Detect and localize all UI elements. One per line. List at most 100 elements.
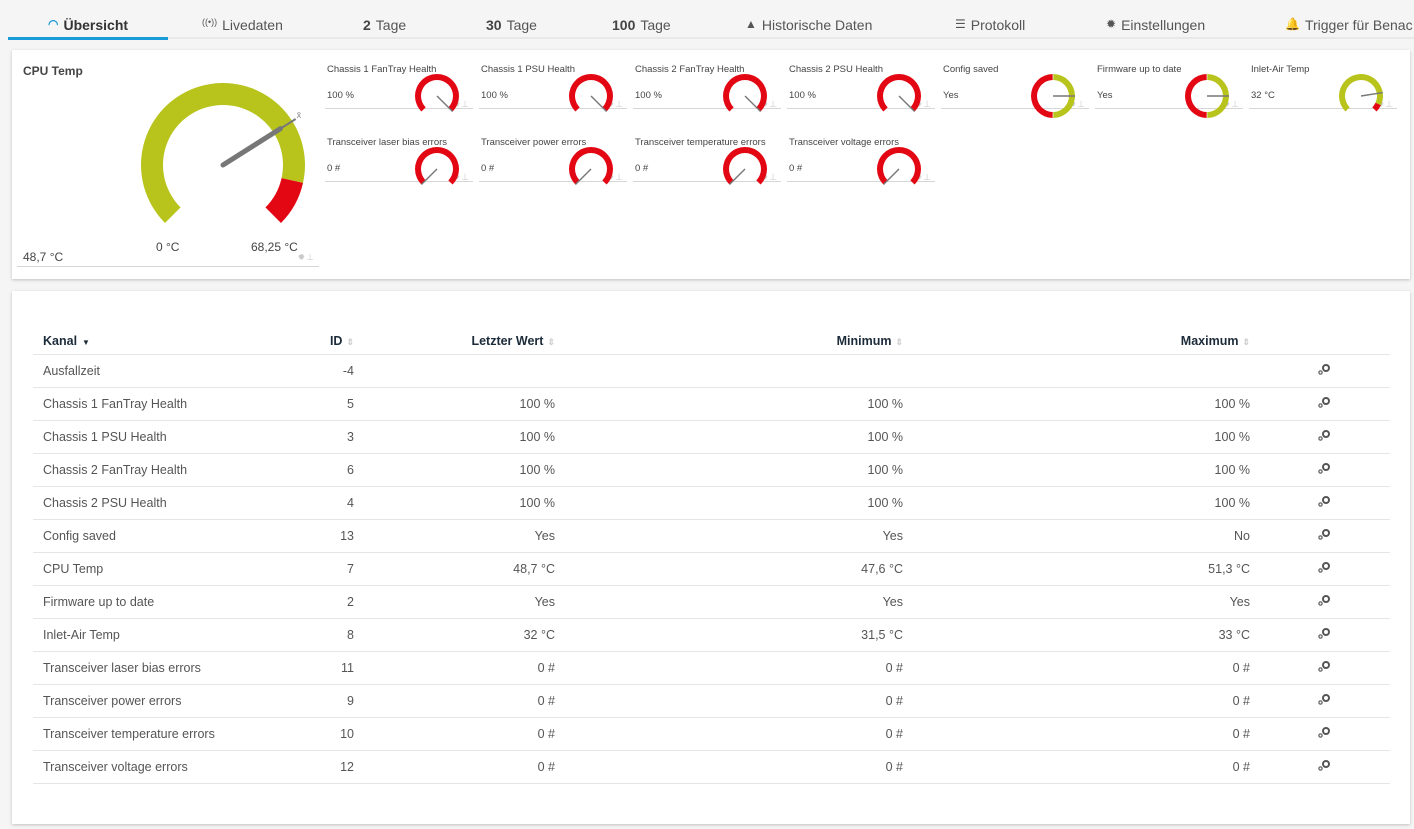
- gears-icon[interactable]: [1316, 362, 1332, 376]
- gauge-needle: [436, 95, 454, 113]
- sensor-gauge-firmware-up-to-date[interactable]: Firmware up to date Yes ✹⊥: [1095, 52, 1243, 118]
- cell-maximum: 100 %: [903, 387, 1250, 421]
- table-row[interactable]: Chassis 2 FanTray Health 6 100 % 100 % 1…: [33, 453, 1390, 487]
- tab-label: Protokoll: [970, 17, 1026, 33]
- gears-icon[interactable]: [1316, 692, 1332, 706]
- sensor-gauge-config-saved[interactable]: Config saved Yes ✹⊥: [941, 52, 1089, 118]
- sensor-gauge-transceiver-temperature-errors[interactable]: Transceiver temperature errors 0 # ✹⊥: [633, 125, 781, 186]
- header-id[interactable]: ID ⇕: [273, 329, 354, 355]
- big-gauge-min-label: 0 °C: [156, 240, 180, 254]
- gears-icon[interactable]: [1316, 527, 1332, 541]
- cell-kanal[interactable]: Transceiver voltage errors: [33, 750, 273, 784]
- cell-id: 6: [273, 453, 354, 487]
- table-row[interactable]: Config saved 13 Yes Yes No: [33, 519, 1390, 553]
- sensor-gauge-transceiver-laser-bias-errors[interactable]: Transceiver laser bias errors 0 # ✹⊥: [325, 125, 473, 186]
- cell-maximum: 100 %: [903, 420, 1250, 454]
- gears-icon[interactable]: [1316, 428, 1332, 442]
- cell-maximum: 51,3 °C: [903, 552, 1250, 586]
- settings-icon[interactable]: ✹: [298, 252, 307, 262]
- cell-actions: [1250, 486, 1390, 520]
- table-row[interactable]: Transceiver voltage errors 12 0 # 0 # 0 …: [33, 750, 1390, 784]
- gears-icon[interactable]: [1316, 593, 1332, 607]
- cell-last-value: 0 #: [354, 717, 555, 751]
- cell-maximum: 0 #: [903, 717, 1250, 751]
- gauge-alarm-band: [415, 147, 459, 185]
- cell-kanal[interactable]: CPU Temp: [33, 552, 273, 586]
- tab-days-count: 2: [363, 17, 371, 33]
- cell-kanal[interactable]: Inlet-Air Temp: [33, 618, 273, 652]
- cell-last-value: 100 %: [354, 420, 555, 454]
- sensor-gauge-chassis-2-fantray-health[interactable]: Chassis 2 FanTray Health 100 % ✹⊥: [633, 52, 781, 113]
- gears-icon[interactable]: [1316, 560, 1332, 574]
- tab-einstellungen[interactable]: ✹ Einstellungen: [1106, 17, 1205, 39]
- table-row[interactable]: Chassis 1 FanTray Health 5 100 % 100 % 1…: [33, 387, 1390, 421]
- tab-trigger-für-benac[interactable]: 🔔 Trigger für Benac: [1285, 17, 1413, 39]
- pin-icon[interactable]: ⊥: [306, 252, 315, 262]
- sensor-gauge-chassis-2-psu-health[interactable]: Chassis 2 PSU Health 100 % ✹⊥: [787, 52, 935, 113]
- gears-icon[interactable]: [1316, 461, 1332, 475]
- header-maximum[interactable]: Maximum ⇕: [903, 329, 1250, 355]
- cell-kanal[interactable]: Transceiver power errors: [33, 684, 273, 718]
- tab-label: Tage: [506, 17, 537, 33]
- gauges-panel: CPU Temp x̄ 0 °C 68,25 °C 48,7 °C ✹⊥ Cha…: [12, 50, 1410, 279]
- sensor-tools[interactable]: ✹⊥: [298, 252, 315, 263]
- gauge-needle: [898, 95, 916, 113]
- table-row[interactable]: Chassis 1 PSU Health 3 100 % 100 % 100 %: [33, 420, 1390, 454]
- cell-actions: [1250, 618, 1390, 652]
- tab-tage-30[interactable]: 30 Tage: [486, 17, 537, 39]
- cell-kanal[interactable]: Chassis 2 FanTray Health: [33, 453, 273, 487]
- header-last-value[interactable]: Letzter Wert ⇕: [354, 329, 555, 355]
- sensor-gauge-transceiver-power-errors[interactable]: Transceiver power errors 0 # ✹⊥: [479, 125, 627, 186]
- table-row[interactable]: Transceiver laser bias errors 11 0 # 0 #…: [33, 651, 1390, 685]
- table-row[interactable]: Ausfallzeit -4: [33, 354, 1390, 388]
- cell-minimum: 0 #: [555, 651, 903, 685]
- table-row[interactable]: Transceiver power errors 9 0 # 0 # 0 #: [33, 684, 1390, 718]
- big-gauge-max-label: 68,25 °C: [251, 240, 298, 254]
- tab-livedaten[interactable]: ((•)) Livedaten: [202, 17, 283, 39]
- tab-protokoll[interactable]: ☰ Protokoll: [955, 17, 1025, 39]
- gears-icon[interactable]: [1316, 395, 1332, 409]
- tab-tage-2[interactable]: 2 Tage: [363, 17, 406, 39]
- cell-last-value: Yes: [354, 519, 555, 553]
- cell-kanal[interactable]: Ausfallzeit: [33, 354, 273, 388]
- sensor-gauge-value: 0 #: [327, 163, 341, 174]
- header-minimum[interactable]: Minimum ⇕: [555, 329, 903, 355]
- table-row[interactable]: Inlet-Air Temp 8 32 °C 31,5 °C 33 °C: [33, 618, 1390, 652]
- gears-icon[interactable]: [1316, 626, 1332, 640]
- tab-historische-daten[interactable]: ▲ Historische Daten: [745, 17, 872, 39]
- sensor-gauge-chassis-1-psu-health[interactable]: Chassis 1 PSU Health 100 % ✹⊥: [479, 52, 627, 113]
- gears-icon[interactable]: [1316, 725, 1332, 739]
- sensor-gauge-dial: [569, 147, 613, 186]
- cell-actions: [1250, 684, 1390, 718]
- cell-kanal[interactable]: Chassis 1 PSU Health: [33, 420, 273, 454]
- cell-kanal[interactable]: Chassis 2 PSU Health: [33, 486, 273, 520]
- header-actions: [1250, 329, 1390, 355]
- table-row[interactable]: Transceiver temperature errors 10 0 # 0 …: [33, 717, 1390, 751]
- gears-icon[interactable]: [1316, 659, 1332, 673]
- cell-kanal[interactable]: Transceiver laser bias errors: [33, 651, 273, 685]
- sensor-gauge-value: Yes: [943, 90, 959, 101]
- big-gauge-cpu-temp[interactable]: CPU Temp x̄ 0 °C 68,25 °C 48,7 °C ✹⊥: [17, 52, 319, 267]
- table-row[interactable]: CPU Temp 7 48,7 °C 47,6 °C 51,3 °C: [33, 552, 1390, 586]
- gears-icon[interactable]: [1316, 758, 1332, 772]
- sensor-gauge-chassis-1-fantray-health[interactable]: Chassis 1 FanTray Health 100 % ✹⊥: [325, 52, 473, 113]
- cell-kanal[interactable]: Firmware up to date: [33, 585, 273, 619]
- table-row[interactable]: Chassis 2 PSU Health 4 100 % 100 % 100 %: [33, 486, 1390, 520]
- sensor-gauge-dial: [569, 74, 613, 113]
- cell-actions: [1250, 750, 1390, 784]
- cell-kanal[interactable]: Chassis 1 FanTray Health: [33, 387, 273, 421]
- cell-kanal[interactable]: Config saved: [33, 519, 273, 553]
- header-kanal[interactable]: Kanal ▼: [33, 329, 273, 355]
- tab-übersicht[interactable]: ◠ Übersicht: [7, 17, 169, 40]
- sensor-gauge-transceiver-voltage-errors[interactable]: Transceiver voltage errors 0 # ✹⊥: [787, 125, 935, 186]
- cell-actions: [1250, 585, 1390, 619]
- sensor-gauge-title: Inlet-Air Temp: [1251, 64, 1310, 75]
- sensor-gauge-inlet-air-temp[interactable]: Inlet-Air Temp 32 °C ✹⊥: [1249, 52, 1397, 112]
- cell-kanal[interactable]: Transceiver temperature errors: [33, 717, 273, 751]
- gears-icon[interactable]: [1316, 494, 1332, 508]
- gauge-alarm-band: [877, 147, 921, 185]
- tab-tage-100[interactable]: 100 Tage: [612, 17, 671, 39]
- cell-actions: [1250, 651, 1390, 685]
- cell-maximum: 33 °C: [903, 618, 1250, 652]
- table-row[interactable]: Firmware up to date 2 Yes Yes Yes: [33, 585, 1390, 619]
